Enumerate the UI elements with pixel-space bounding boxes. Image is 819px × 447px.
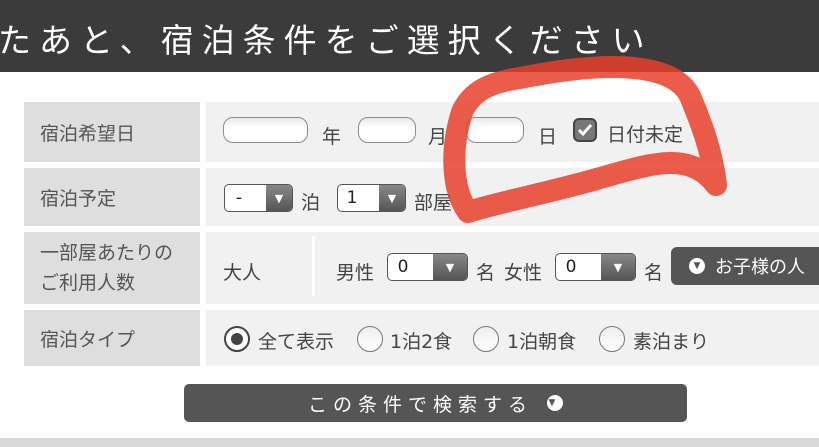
annotation-circle [443, 56, 727, 223]
